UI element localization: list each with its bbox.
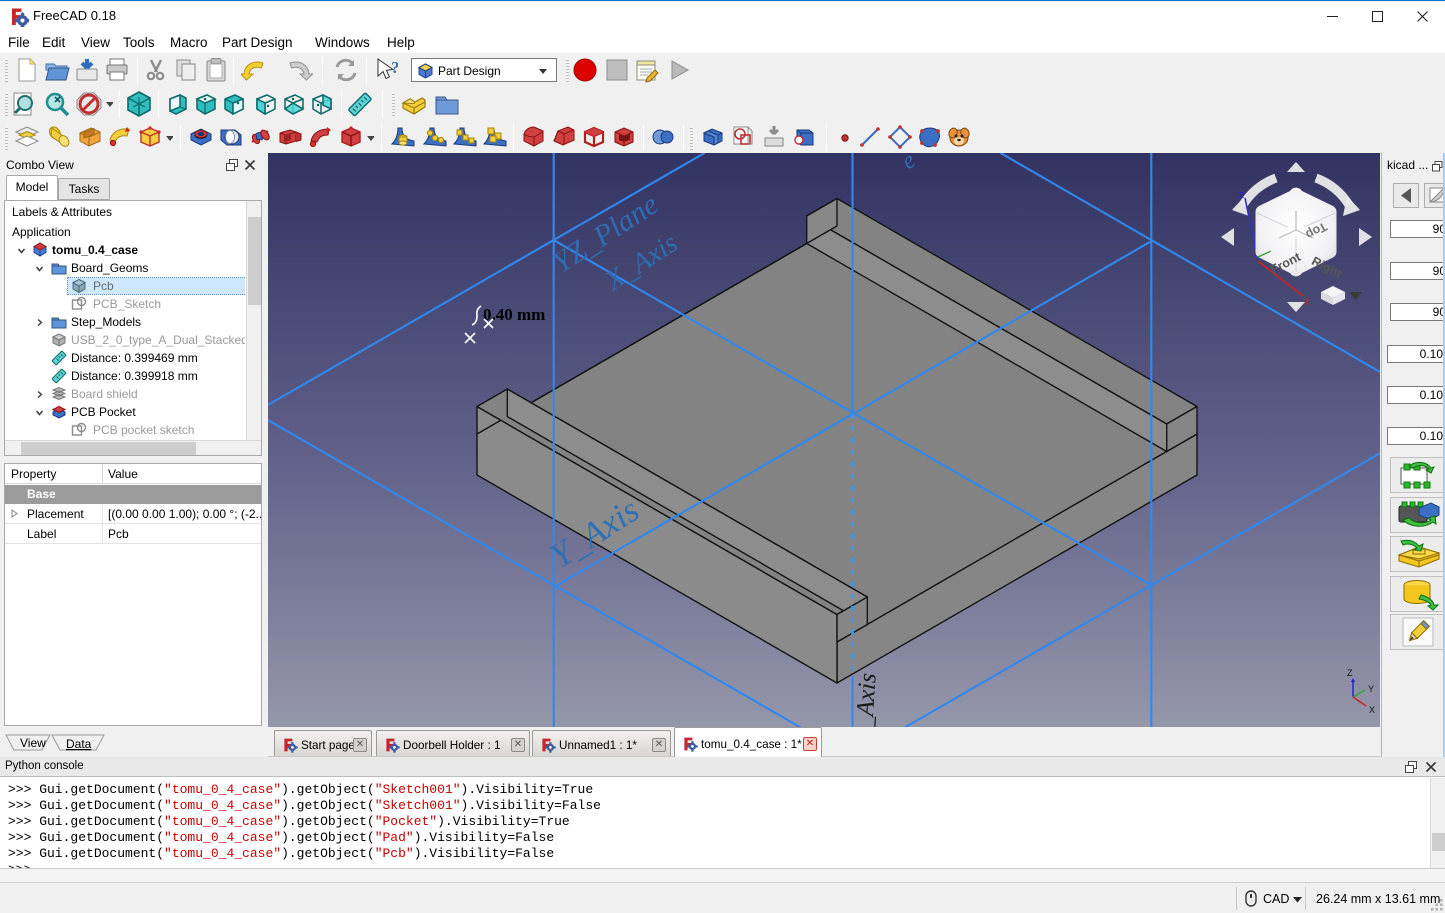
svg-text:View: View [20,736,46,750]
svg-text:Z_Axis: Z_Axis [850,672,882,730]
svg-text:?: ? [391,58,398,77]
svg-text:Y: Y [1368,684,1374,694]
svg-text:0.40 mm: 0.40 mm [483,305,545,324]
svg-text:z: z [1239,189,1245,201]
svg-text:X: X [1369,705,1375,715]
svg-text:Data: Data [66,737,92,751]
svg-text:Z: Z [1347,668,1353,678]
svg-text:x: x [1304,296,1310,308]
